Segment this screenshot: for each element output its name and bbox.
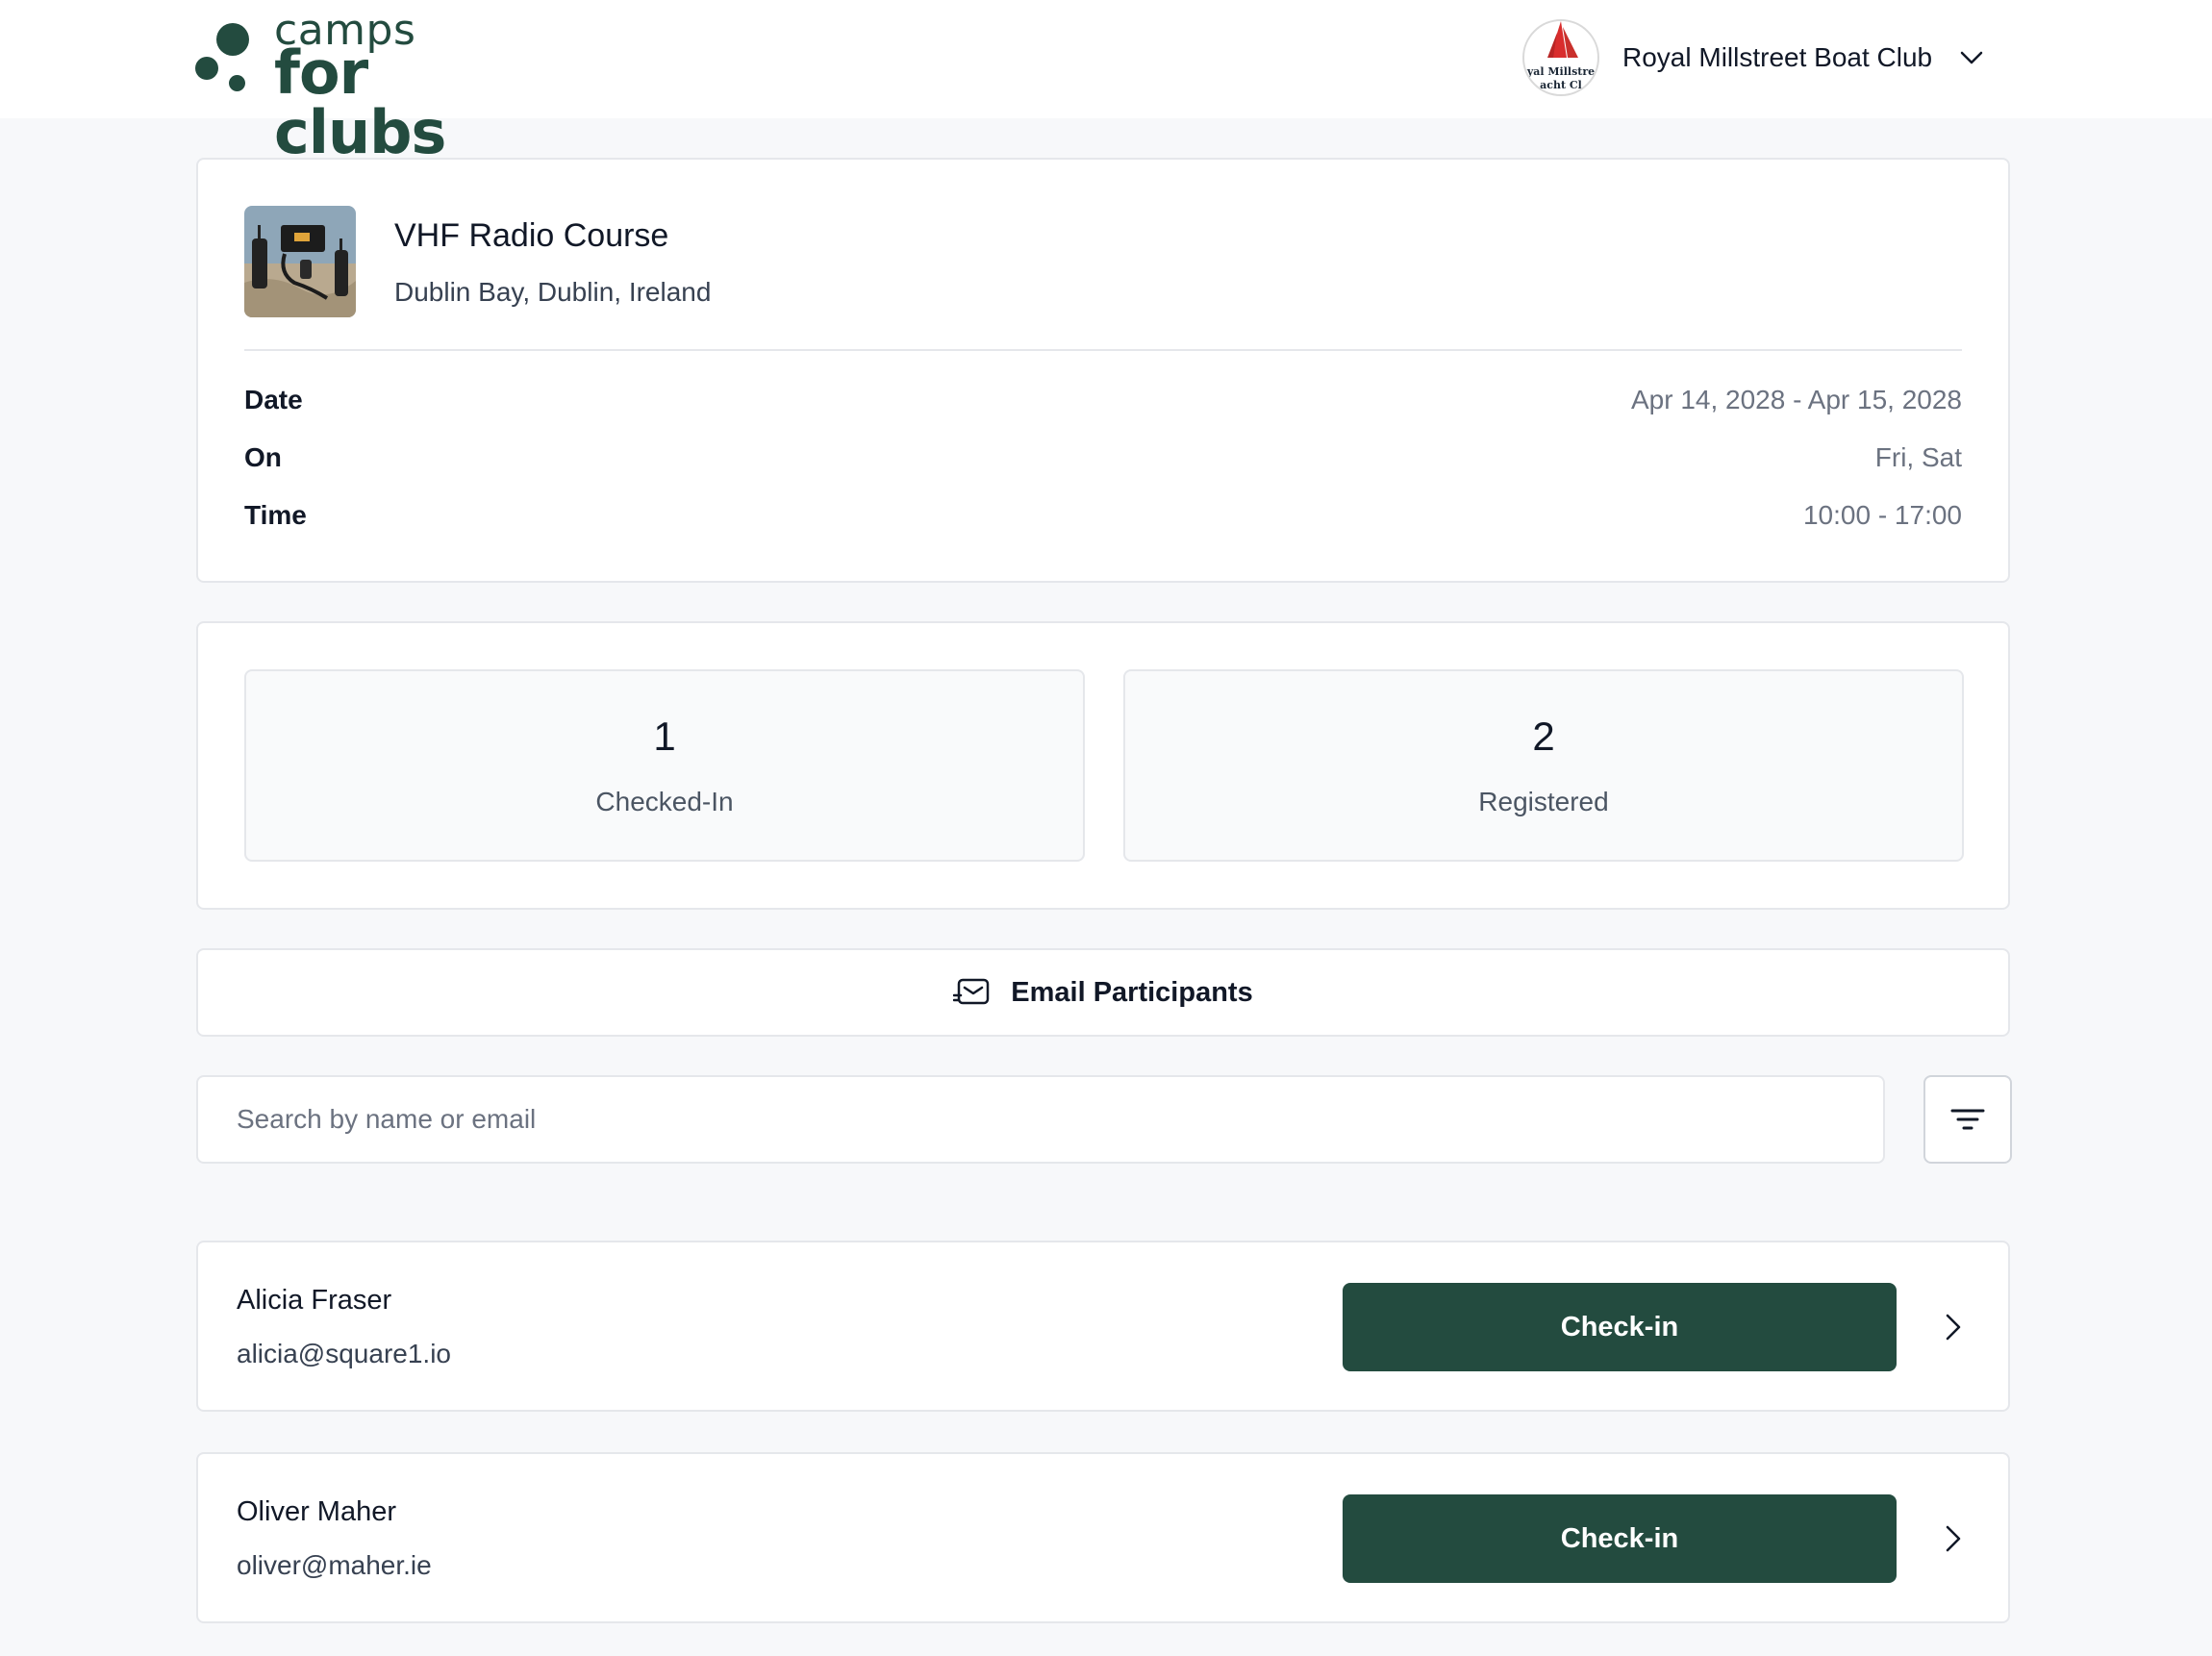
stat-registered: 2 Registered <box>1123 669 1964 862</box>
chevron-right-icon[interactable] <box>1939 1310 1968 1344</box>
detail-label: Time <box>244 500 307 530</box>
participant-name: Alicia Fraser <box>237 1285 392 1316</box>
logo-wordmark-bottom: for clubs <box>274 38 446 167</box>
logo-dot <box>195 57 218 80</box>
stat-checked-in: 1 Checked-In <box>244 669 1085 862</box>
divider <box>244 349 1962 351</box>
detail-value: 10:00 - 17:00 <box>1802 500 1962 530</box>
logo-dot <box>216 23 249 56</box>
check-in-button[interactable]: Check-in <box>1343 1494 1897 1583</box>
club-logo: yal Millstre acht Cl <box>1522 19 1599 96</box>
club-logo-text: yal Millstre <box>1526 65 1596 78</box>
course-location: Dublin Bay, Dublin, Ireland <box>394 277 712 307</box>
search-input[interactable] <box>196 1075 1885 1164</box>
course-title: VHF Radio Course <box>394 217 669 254</box>
detail-row-on: On Fri, Sat <box>244 442 1962 481</box>
club-switcher[interactable]: yal Millstre acht Cl Royal Millstreet Bo… <box>1522 18 2013 97</box>
club-logo-text: acht Cl <box>1540 79 1582 91</box>
course-details-card: VHF Radio Course Dublin Bay, Dublin, Ire… <box>196 158 2010 583</box>
participant-row[interactable]: Alicia Fraser alicia@square1.io Check-in <box>196 1241 2010 1412</box>
club-name: Royal Millstreet Boat Club <box>1622 42 1933 72</box>
participant-email: alicia@square1.io <box>237 1339 451 1368</box>
chevron-down-icon[interactable] <box>1957 43 1986 72</box>
email-participants-label: Email Participants <box>1011 976 1253 1008</box>
filter-icon <box>1950 1109 1985 1130</box>
logo-dot <box>229 75 245 91</box>
stat-value: 1 <box>653 714 676 759</box>
stat-value: 2 <box>1532 714 1555 759</box>
participant-row[interactable]: Oliver Maher oliver@maher.ie Check-in <box>196 1452 2010 1623</box>
stats-card: 1 Checked-In 2 Registered <box>196 621 2010 910</box>
filter-button[interactable] <box>1923 1075 2012 1164</box>
mail-icon <box>953 978 990 1005</box>
chevron-right-icon[interactable] <box>1939 1521 1968 1556</box>
detail-row-time: Time 10:00 - 17:00 <box>244 500 1962 539</box>
stat-label: Checked-In <box>595 787 734 816</box>
participant-name: Oliver Maher <box>237 1496 396 1527</box>
email-participants-button[interactable]: Email Participants <box>196 948 2010 1037</box>
participant-email: oliver@maher.ie <box>237 1550 432 1580</box>
detail-row-date: Date Apr 14, 2028 - Apr 15, 2028 <box>244 385 1962 423</box>
detail-label: Date <box>244 385 303 414</box>
detail-value: Fri, Sat <box>1874 442 1962 472</box>
camps-for-clubs-logo[interactable]: camps for clubs <box>195 10 522 163</box>
check-in-button[interactable]: Check-in <box>1343 1283 1897 1371</box>
top-bar: camps for clubs yal Millstre acht Cl Roy… <box>0 0 2212 163</box>
detail-label: On <box>244 442 282 472</box>
course-image <box>244 206 356 317</box>
detail-value: Apr 14, 2028 - Apr 15, 2028 <box>1630 385 1962 414</box>
stat-label: Registered <box>1478 787 1609 816</box>
